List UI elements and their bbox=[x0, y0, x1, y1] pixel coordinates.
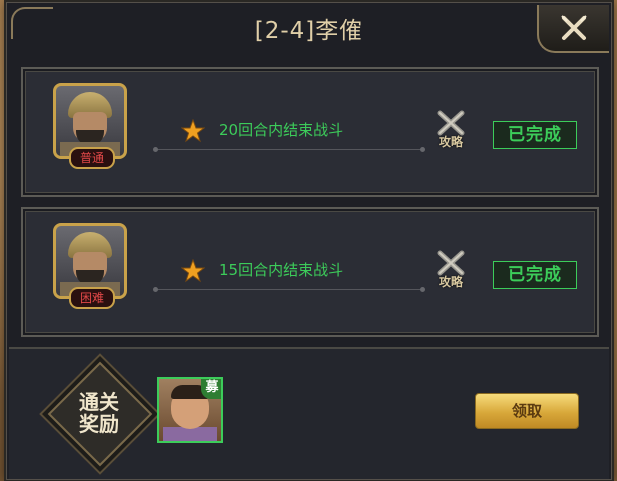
strategy-label: 攻略 bbox=[438, 275, 463, 289]
star-icon bbox=[181, 259, 205, 283]
difficulty-badge: 普通 bbox=[69, 147, 115, 169]
star-icon bbox=[181, 119, 205, 143]
close-x-icon bbox=[561, 15, 587, 40]
close-button[interactable] bbox=[537, 5, 609, 53]
reward-panel: 通关 奖励 募 领取 bbox=[9, 347, 609, 479]
dialog-title: [2-4]李傕 bbox=[254, 18, 364, 44]
recruit-badge: 募 bbox=[201, 379, 221, 399]
strategy-label: 攻略 bbox=[438, 135, 463, 149]
reward-label-line1: 通关 bbox=[79, 390, 119, 414]
divider bbox=[153, 147, 425, 152]
condition-text: 15回合内结束战斗 bbox=[219, 261, 344, 279]
reward-label-line2: 奖励 bbox=[79, 412, 119, 436]
reward-emblem: 通关 奖励 bbox=[47, 361, 153, 467]
divider bbox=[153, 287, 425, 292]
claim-button[interactable]: 领取 bbox=[475, 393, 579, 429]
strategy-button[interactable]: 攻略 bbox=[431, 249, 471, 293]
status-badge: 已完成 bbox=[493, 121, 577, 149]
stage-row-normal: 普通 20回合内结束战斗 攻略 已完成 bbox=[21, 67, 599, 197]
reward-item-portrait[interactable]: 募 bbox=[157, 377, 223, 443]
status-badge: 已完成 bbox=[493, 261, 577, 289]
strategy-button[interactable]: 攻略 bbox=[431, 109, 471, 153]
stage-row-hard: 困难 15回合内结束战斗 攻略 已完成 bbox=[21, 207, 599, 337]
condition-text: 20回合内结束战斗 bbox=[219, 121, 344, 139]
difficulty-badge: 困难 bbox=[69, 287, 115, 309]
stage-dialog: [2-4]李傕 普通 20回合内结束战斗 攻略 已完成 困难 15回合内结束战斗… bbox=[6, 2, 612, 480]
